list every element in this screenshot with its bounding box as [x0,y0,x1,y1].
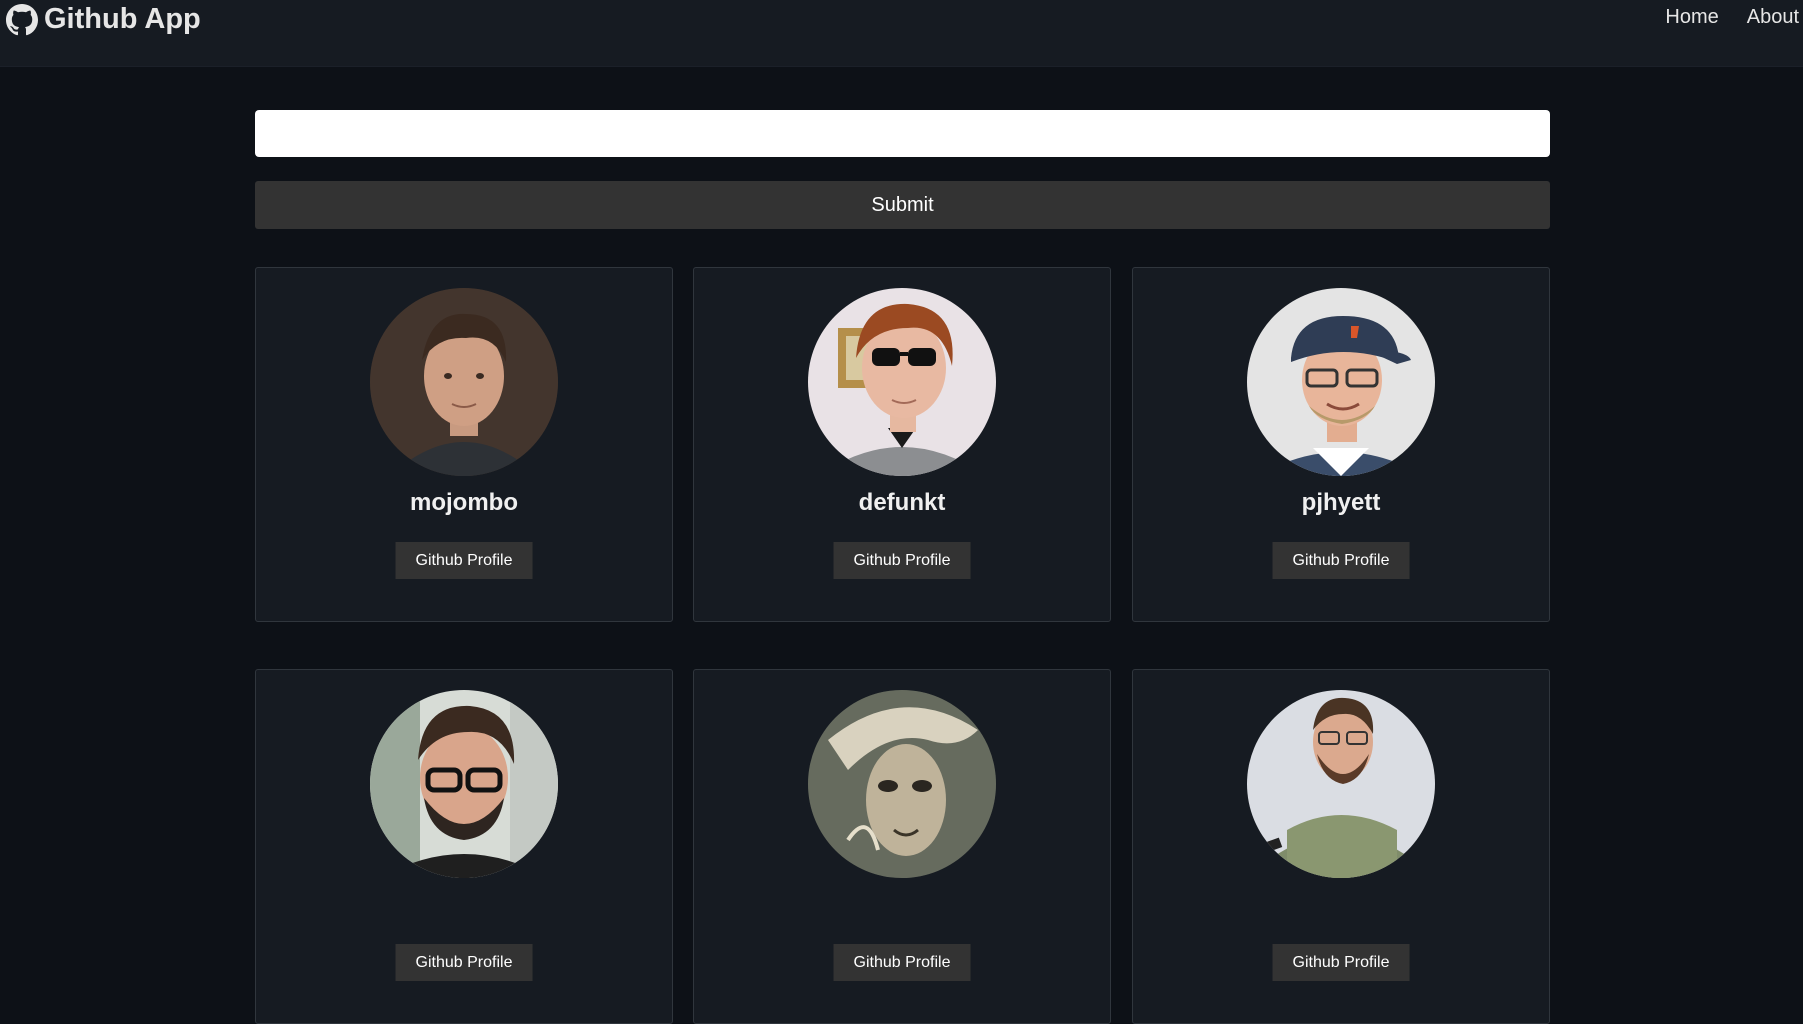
username: defunkt [858,489,946,516]
avatar [808,690,996,878]
search-input[interactable] [255,110,1550,157]
avatar [370,288,558,476]
github-icon [6,3,38,36]
github-profile-button[interactable]: Github Profile [1272,542,1410,579]
nav-home-link[interactable]: Home [1665,6,1718,29]
brand-title: Github App [44,3,201,35]
user-card: mojombo Github Profile [255,267,673,622]
github-profile-button[interactable]: Github Profile [395,542,533,579]
avatar [370,690,558,878]
github-profile-button[interactable]: Github Profile [833,944,971,981]
navbar: Github App Home About [0,0,1803,67]
github-profile-button[interactable]: Github Profile [1272,944,1410,981]
nav-links: Home About [1665,6,1799,29]
user-card: Github Profile [693,669,1111,1024]
user-card: pjhyett Github Profile [1132,267,1550,622]
avatar [1247,690,1435,878]
submit-button[interactable]: Submit [255,181,1550,229]
github-profile-button[interactable]: Github Profile [395,944,533,981]
user-card: Github Profile [255,669,673,1024]
username: mojombo [410,489,518,516]
github-profile-button[interactable]: Github Profile [833,542,971,579]
username: pjhyett [1301,489,1381,516]
user-card: Github Profile [1132,669,1550,1024]
avatar [808,288,996,476]
nav-about-link[interactable]: About [1747,6,1799,29]
avatar [1247,288,1435,476]
user-card: defunkt Github Profile [693,267,1111,622]
brand-link[interactable]: Github App [6,3,201,36]
